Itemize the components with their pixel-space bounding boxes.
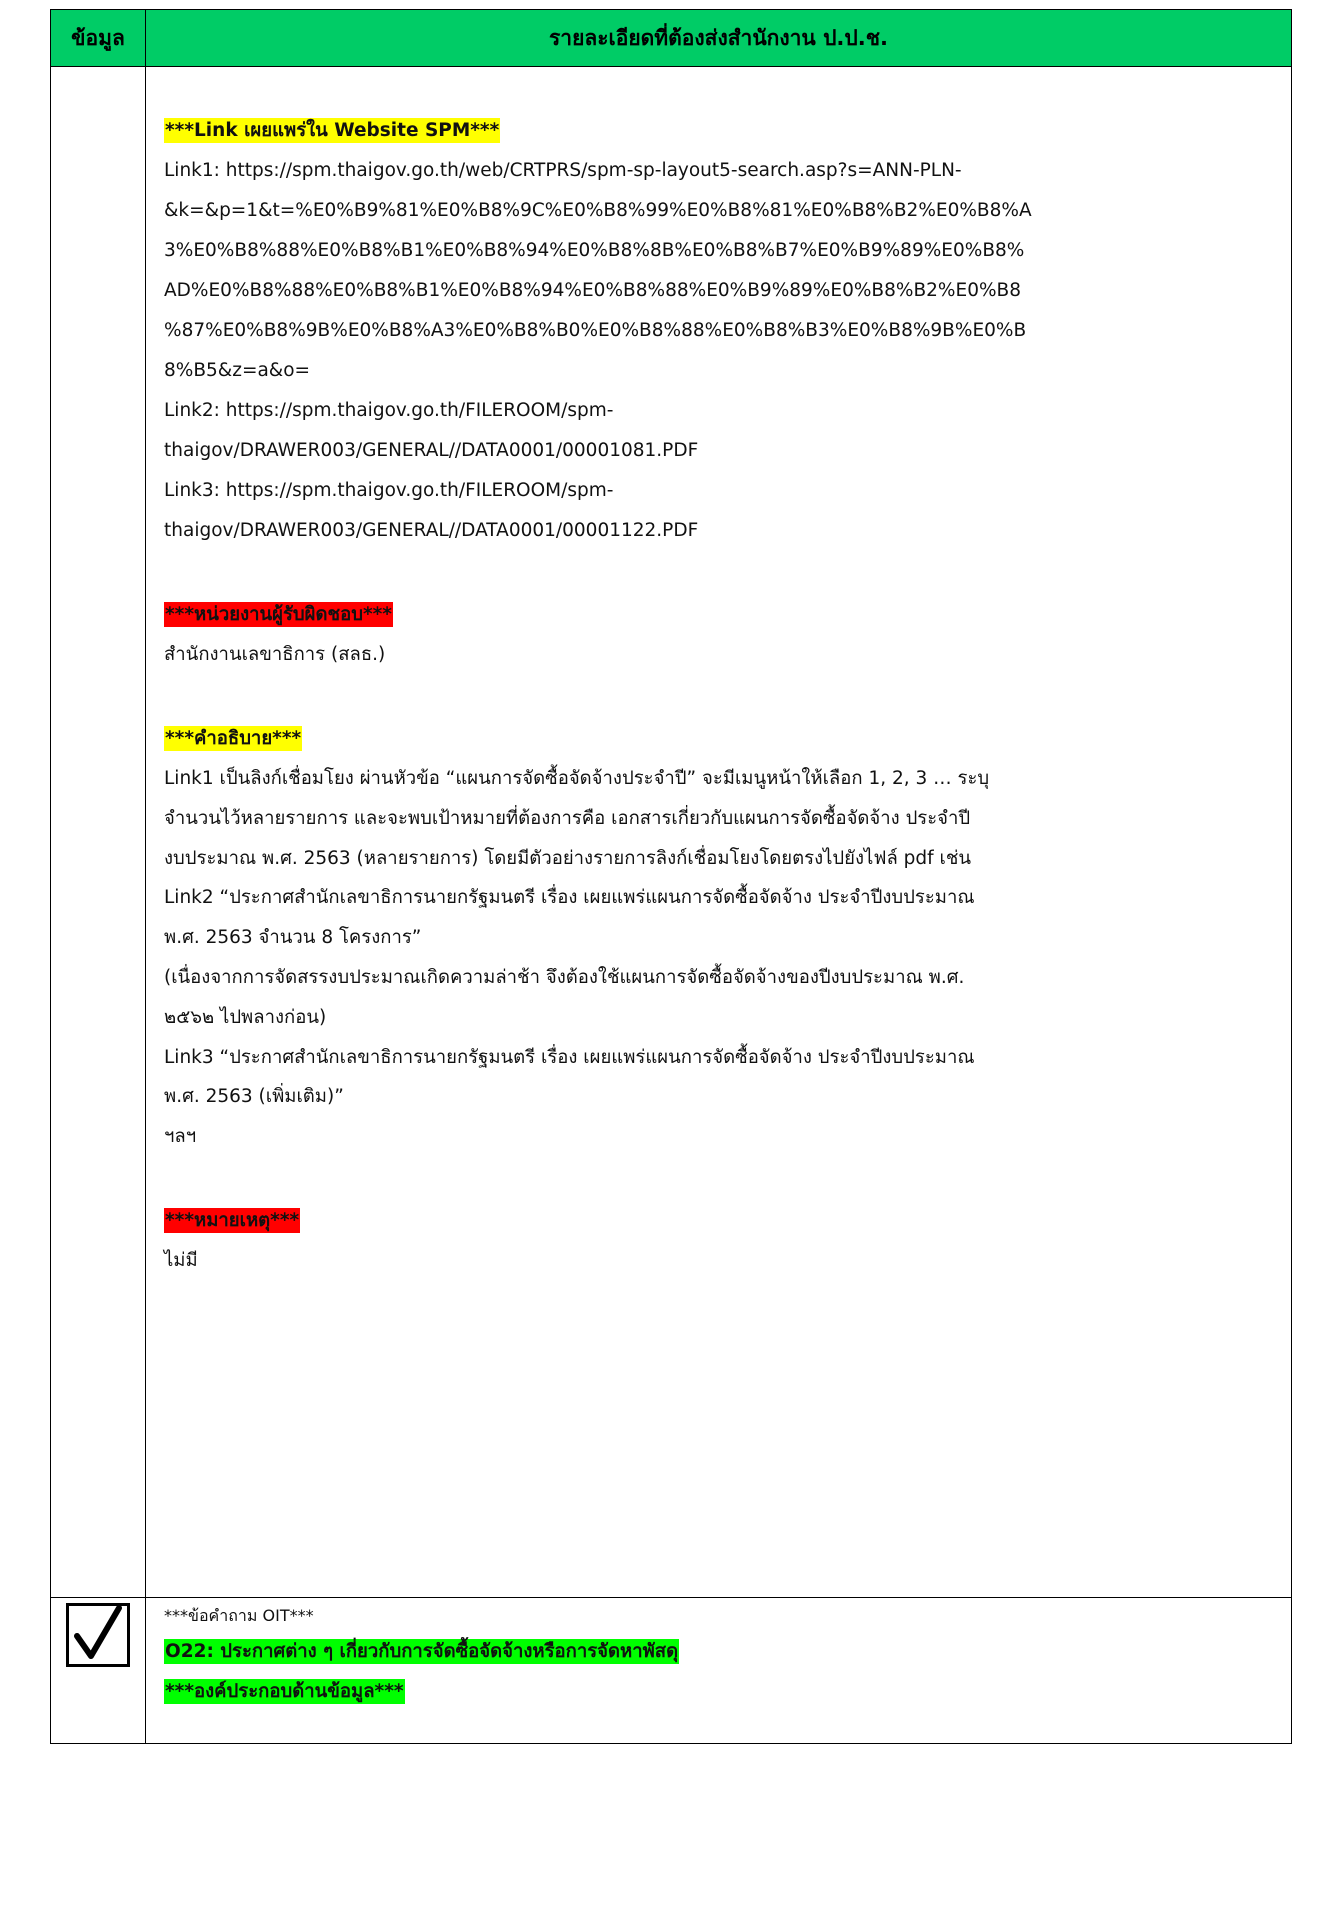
links-heading: ***Link เผยแพร่ใน Website SPM***: [164, 118, 501, 143]
description-line: พ.ศ. 2563 จำนวน 8 โครงการ”: [164, 927, 422, 949]
link-line: thaigov/DRAWER003/GENERAL//DATA0001/0000…: [164, 440, 699, 461]
checkmark-icon: [74, 1605, 122, 1659]
link-line: AD%E0%B8%88%E0%B8%B1%E0%B8%94%E0%B8%88%E…: [164, 280, 1022, 301]
description-line: จำนวนไว้หลายรายการ และจะพบเป้าหมายที่ต้อ…: [164, 807, 971, 829]
link-line: thaigov/DRAWER003/GENERAL//DATA0001/0000…: [164, 520, 699, 541]
checkbox-cell: [50, 1597, 146, 1744]
component-heading: ***องค์ประกอบด้านข้อมูล***: [164, 1679, 405, 1704]
link-line: 3%E0%B8%88%E0%B8%B1%E0%B8%94%E0%B8%8B%E0…: [164, 240, 1025, 261]
description-line: ๒๕๖๒ ไปพลางก่อน): [164, 1006, 327, 1028]
responsible-text: สำนักงานเลขาธิการ (สลธ.): [164, 644, 386, 665]
description-heading: ***คำอธิบาย***: [164, 726, 303, 751]
document-table: ข้อมูล รายละเอียดที่ต้องส่งสำนักงาน ป.ป.…: [50, 9, 1292, 1744]
question-row: ***ข้อคำถาม OIT*** O22: ประกาศต่าง ๆ เกี…: [50, 1597, 1292, 1744]
description-line: พ.ศ. 2563 (เพิ่มเติม)”: [164, 1086, 344, 1108]
checkmark-checkbox[interactable]: [66, 1603, 130, 1667]
description-line: (เนื่องจากการจัดสรรงบประมาณเกิดความล่าช้…: [164, 966, 965, 988]
responsible-heading: ***หน่วยงานผู้รับผิดชอบ***: [164, 602, 393, 627]
description-line: งบประมาณ พ.ศ. 2563 (หลายรายการ) โดยมีตัว…: [164, 847, 972, 869]
description-line: Link2 “ประกาศสำนักเลขาธิการนายกรัฐมนตรี …: [164, 887, 975, 909]
oit-question-label: ***ข้อคำถาม OIT***: [164, 1606, 314, 1625]
header-details-column: รายละเอียดที่ต้องส่งสำนักงาน ป.ป.ช.: [145, 9, 1292, 67]
link-line: Link2: https://spm.thaigov.go.th/FILEROO…: [164, 400, 614, 421]
data-cell-empty: [50, 66, 146, 1598]
link-line: Link1: https://spm.thaigov.go.th/web/CRT…: [164, 160, 962, 181]
description-text: Link1 เป็นลิงก์เชื่อมโยง ผ่านหัวข้อ “แผน…: [164, 759, 1275, 1157]
details-cell: ***Link เผยแพร่ใน Website SPM*** Link1: …: [145, 66, 1292, 1598]
note-text: ไม่มี: [164, 1249, 198, 1271]
link-line: Link3: https://spm.thaigov.go.th/FILEROO…: [164, 480, 614, 501]
table-header-row: ข้อมูล รายละเอียดที่ต้องส่งสำนักงาน ป.ป.…: [50, 9, 1292, 67]
oit-item-title: O22: ประกาศต่าง ๆ เกี่ยวกับการจัดซื้อจัด…: [164, 1639, 680, 1664]
link-line: &k=&p=1&t=%E0%B9%81%E0%B8%9C%E0%B8%99%E0…: [164, 200, 1032, 221]
description-line: ฯลฯ: [164, 1126, 197, 1148]
header-data-column: ข้อมูล: [50, 9, 146, 67]
link-line: 8%B5&z=a&o=: [164, 360, 311, 381]
details-row: ***Link เผยแพร่ใน Website SPM*** Link1: …: [50, 66, 1292, 1598]
description-line: Link3 “ประกาศสำนักเลขาธิการนายกรัฐมนตรี …: [164, 1046, 975, 1068]
note-heading: ***หมายเหตุ***: [164, 1207, 301, 1233]
link-line: %87%E0%B8%9B%E0%B8%A3%E0%B8%B0%E0%B8%88%…: [164, 320, 1027, 341]
question-cell: ***ข้อคำถาม OIT*** O22: ประกาศต่าง ๆ เกี…: [145, 1597, 1292, 1744]
links-list: Link1: https://spm.thaigov.go.th/web/CRT…: [164, 151, 1275, 551]
description-line: Link1 เป็นลิงก์เชื่อมโยง ผ่านหัวข้อ “แผน…: [164, 768, 990, 789]
